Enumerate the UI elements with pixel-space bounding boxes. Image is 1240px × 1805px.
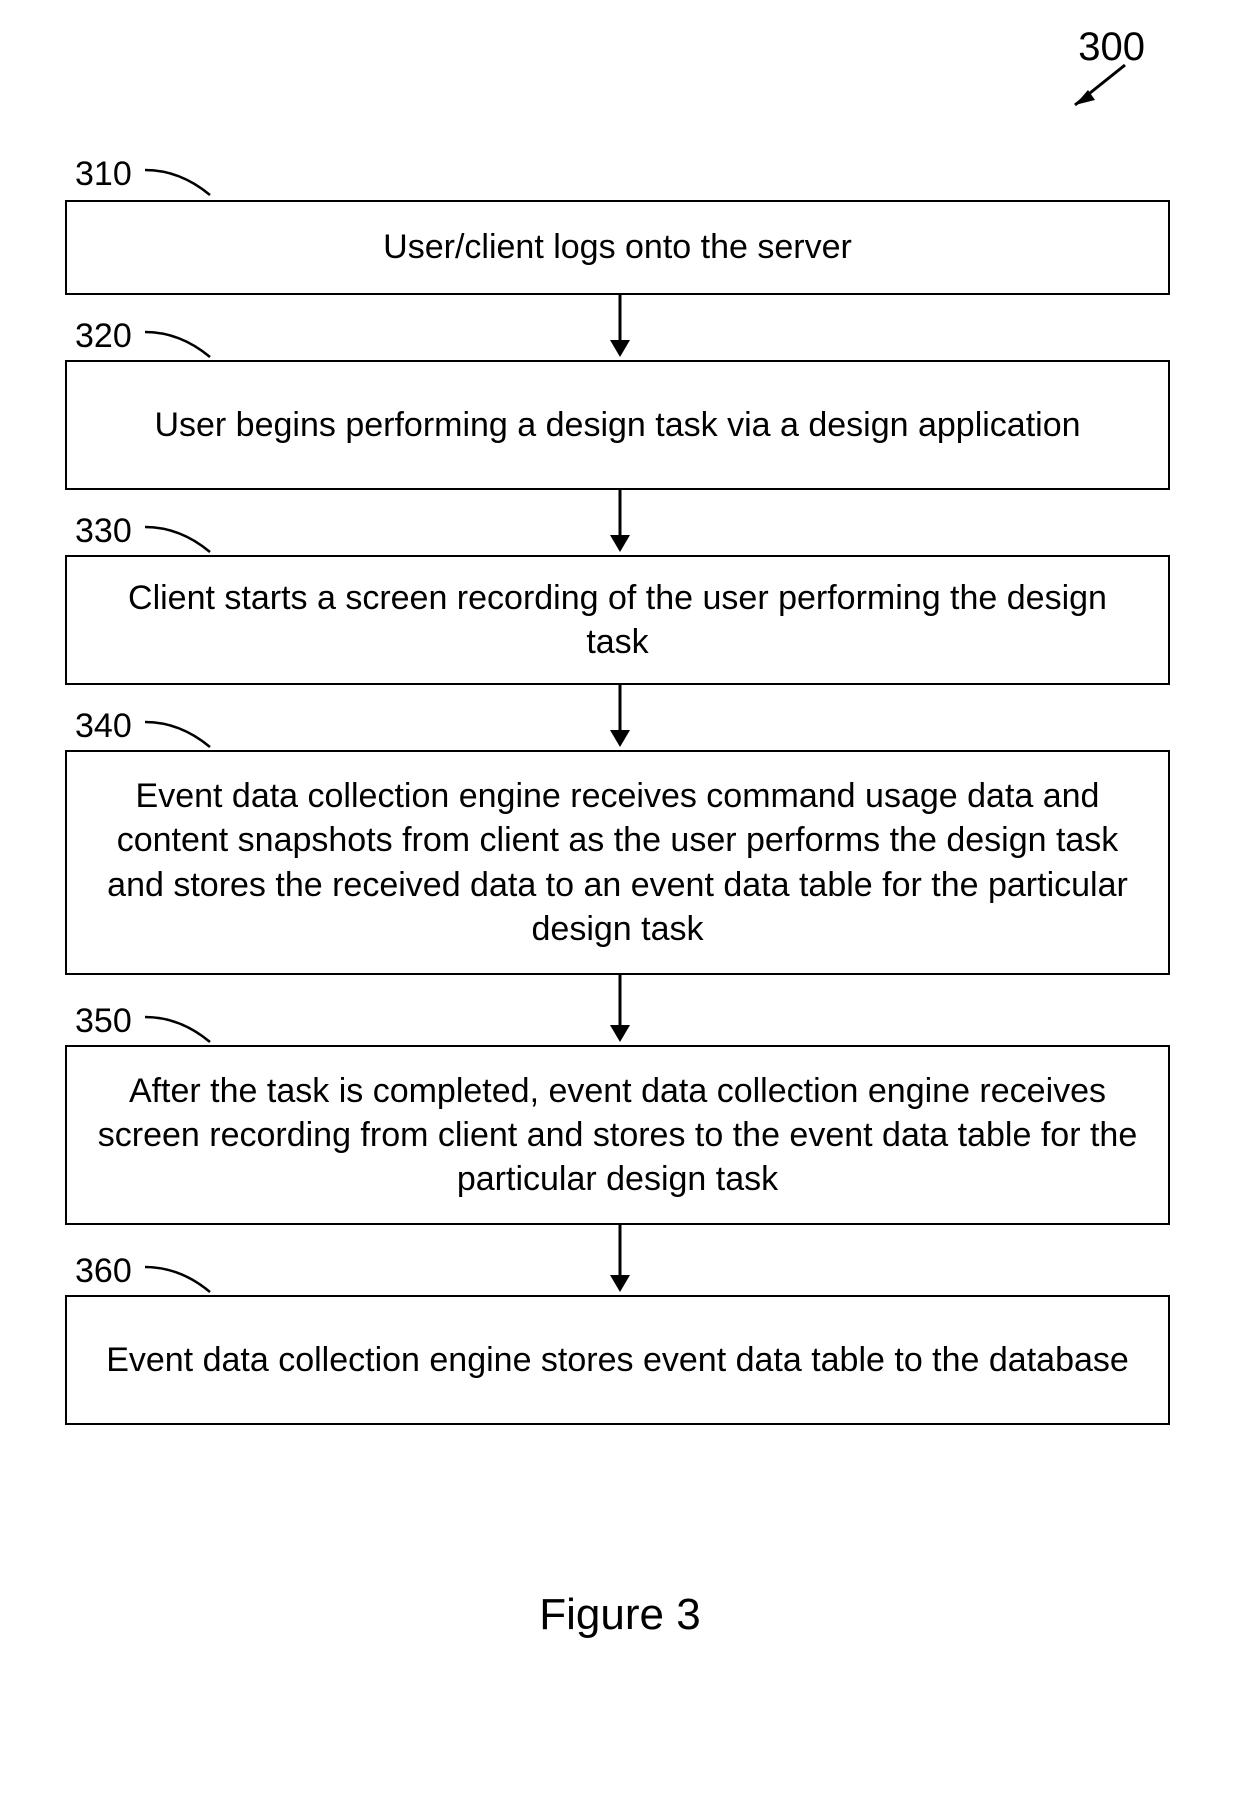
arrow-350-360 bbox=[595, 1225, 645, 1300]
step-text-310: User/client logs onto the server bbox=[383, 225, 852, 269]
arrow-310-320 bbox=[595, 295, 645, 365]
arrow-330-340 bbox=[595, 685, 645, 755]
step-label-350: 350 bbox=[75, 1002, 132, 1041]
figure-ref-arrow bbox=[1050, 50, 1150, 120]
step-box-350: After the task is completed, event data … bbox=[65, 1045, 1170, 1225]
step-label-340: 340 bbox=[75, 707, 132, 746]
figure-caption: Figure 3 bbox=[0, 1590, 1240, 1640]
step-label-330: 330 bbox=[75, 512, 132, 551]
step-label-360: 360 bbox=[75, 1252, 132, 1291]
step-text-340: Event data collection engine receives co… bbox=[97, 774, 1138, 951]
arrow-320-330 bbox=[595, 490, 645, 560]
step-box-310: User/client logs onto the server bbox=[65, 200, 1170, 295]
step-label-320: 320 bbox=[75, 317, 132, 356]
step-text-330: Client starts a screen recording of the … bbox=[97, 576, 1138, 664]
step-box-340: Event data collection engine receives co… bbox=[65, 750, 1170, 975]
step-box-330: Client starts a screen recording of the … bbox=[65, 555, 1170, 685]
step-text-360: Event data collection engine stores even… bbox=[106, 1338, 1129, 1382]
arrow-340-350 bbox=[595, 975, 645, 1050]
step-text-320: User begins performing a design task via… bbox=[154, 403, 1080, 447]
step-label-310: 310 bbox=[75, 155, 132, 194]
step-text-350: After the task is completed, event data … bbox=[97, 1069, 1138, 1202]
step-box-360: Event data collection engine stores even… bbox=[65, 1295, 1170, 1425]
callout-310 bbox=[140, 165, 240, 205]
step-box-320: User begins performing a design task via… bbox=[65, 360, 1170, 490]
